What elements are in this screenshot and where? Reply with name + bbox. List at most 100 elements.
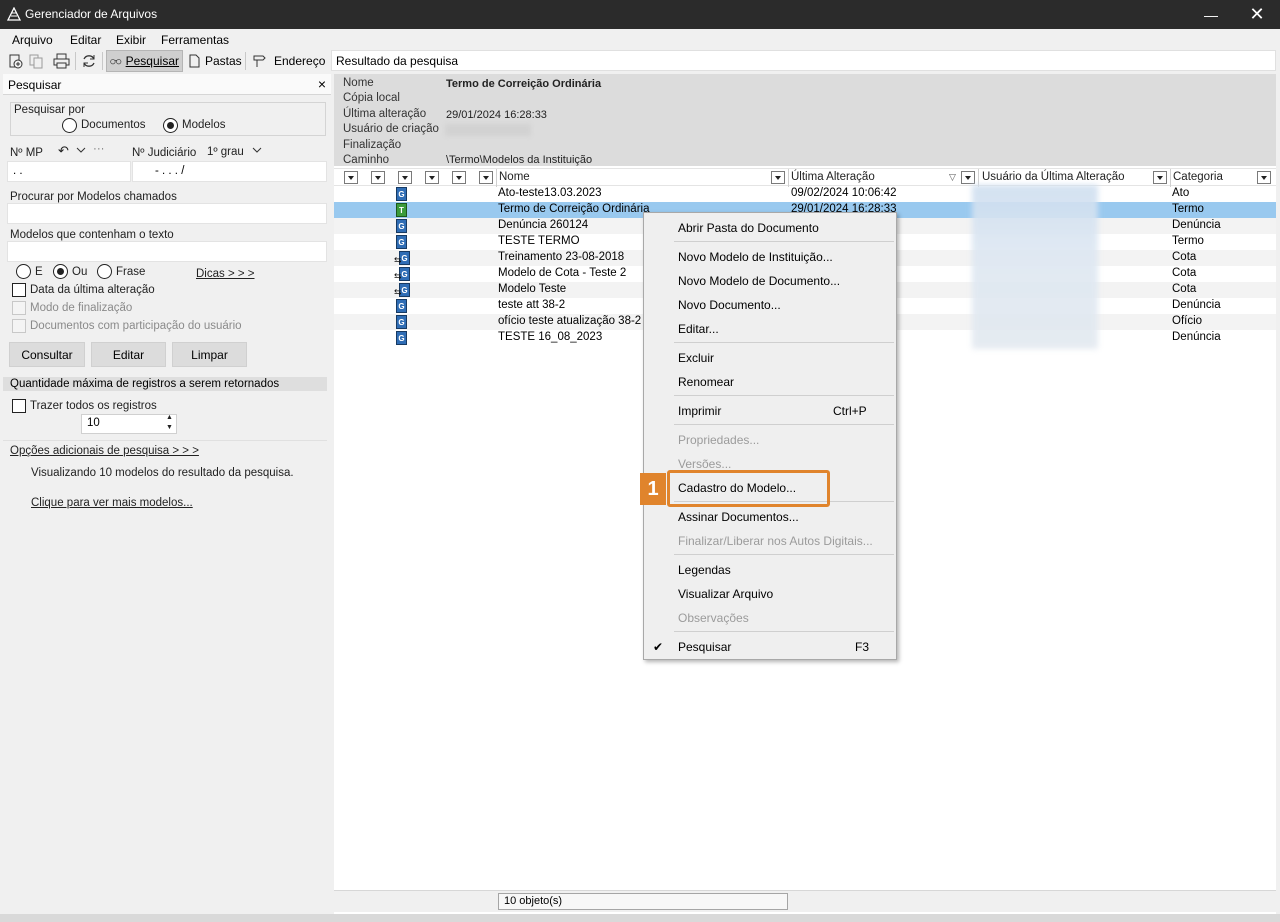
mp-input[interactable]: . . — [7, 161, 131, 182]
row-category: Termo — [1172, 203, 1204, 215]
menu-item-versions[interactable]: Versões... — [678, 457, 731, 471]
menu-item-view-file[interactable]: Visualizar Arquivo — [678, 587, 773, 601]
search-shortcut: F3 — [855, 640, 870, 654]
radio-e[interactable] — [16, 264, 31, 279]
edit-button[interactable]: Editar — [91, 342, 166, 367]
judicial-input[interactable]: - . . . / — [132, 161, 327, 182]
menu-item-search[interactable]: Pesquisar — [678, 640, 731, 654]
folders-toolbar-button[interactable]: Pastas — [185, 50, 245, 72]
address-field[interactable]: Resultado da pesquisa — [331, 50, 1276, 71]
menu-ferramentas[interactable]: Ferramentas — [161, 33, 229, 47]
minimize-icon: — — [1204, 6, 1218, 23]
menu-exibir[interactable]: Exibir — [116, 33, 146, 47]
local-copy-label: Cópia local — [343, 92, 400, 104]
minimize-button[interactable]: — — [1188, 0, 1234, 29]
spin-down-icon[interactable]: ▼ — [166, 424, 173, 431]
radio-models[interactable] — [163, 118, 178, 133]
address-toolbar-button[interactable]: Endereço — [249, 50, 328, 72]
row-category: Termo — [1172, 235, 1204, 247]
all-records-checkbox[interactable] — [12, 399, 26, 413]
menu-item-edit[interactable]: Editar... — [678, 322, 719, 336]
filter-dropdown-4[interactable] — [425, 171, 439, 184]
row-category: Denúncia — [1172, 219, 1221, 231]
menu-item-finalize[interactable]: Finalizar/Liberar nos Autos Digitais... — [678, 534, 873, 548]
clear-button[interactable]: Limpar — [172, 342, 247, 367]
menu-item-print[interactable]: Imprimir — [678, 404, 721, 418]
radio-ou[interactable] — [53, 264, 68, 279]
filter-dropdown-3[interactable] — [398, 171, 412, 184]
copy-document-icon[interactable] — [26, 52, 46, 70]
more-icon[interactable]: ··· — [93, 143, 105, 155]
max-records-spinner[interactable]: 10 — [81, 414, 177, 434]
menu-item-properties[interactable]: Propriedades... — [678, 433, 759, 447]
menu-item-new-inst-model[interactable]: Novo Modelo de Instituição... — [678, 250, 833, 264]
col-name-header[interactable]: Nome — [499, 171, 530, 183]
final-mode-checkbox[interactable] — [12, 301, 26, 315]
checkmark-icon: ✔ — [653, 640, 664, 654]
last-user-filter-dropdown[interactable] — [1153, 171, 1167, 184]
chevron-down-icon[interactable] — [76, 146, 86, 154]
table-row[interactable]: G Ato-teste13.03.2023 09/02/2024 10:06:4… — [334, 186, 1276, 202]
menu-arquivo[interactable]: Arquivo — [12, 33, 53, 47]
menu-editar[interactable]: Editar — [70, 33, 101, 47]
name-filter-dropdown[interactable] — [771, 171, 785, 184]
radio-frase-label: Frase — [116, 266, 146, 278]
object-count: 10 objeto(s) — [498, 893, 788, 910]
grau-selector[interactable]: 1º grau — [207, 146, 244, 158]
print-icon[interactable] — [51, 52, 71, 70]
menu-item-new-doc-model[interactable]: Novo Modelo de Documento... — [678, 274, 840, 288]
tips-link[interactable]: Dicas > > > — [196, 268, 255, 280]
menu-item-new-doc[interactable]: Novo Documento... — [678, 298, 781, 312]
spin-up-icon[interactable]: ▲ — [166, 414, 173, 421]
radio-frase[interactable] — [97, 264, 112, 279]
refresh-icon[interactable] — [79, 52, 99, 70]
filter-dropdown-2[interactable] — [371, 171, 385, 184]
filter-dropdown-1[interactable] — [344, 171, 358, 184]
radio-documents-label: Documentos — [81, 119, 146, 131]
last-change-checkbox[interactable] — [12, 283, 26, 297]
menu-item-legends[interactable]: Legendas — [678, 563, 731, 577]
menu-item-sign-docs[interactable]: Assinar Documentos... — [678, 510, 799, 524]
see-more-link[interactable]: Clique para ver mais modelos... — [31, 497, 193, 509]
new-document-icon[interactable] — [5, 52, 25, 70]
creator-prop-label: Usuário de criação — [343, 123, 439, 135]
search-panel-title: Pesquisar — [8, 78, 62, 92]
close-panel-icon[interactable]: × — [318, 76, 326, 92]
models-named-input[interactable] — [7, 203, 327, 224]
close-window-button[interactable]: ✕ — [1234, 0, 1280, 29]
folder-page-icon — [189, 54, 200, 68]
radio-documents[interactable] — [62, 118, 77, 133]
menu-item-delete[interactable]: Excluir — [678, 351, 714, 365]
consult-button[interactable]: Consultar — [9, 342, 85, 367]
menu-item-rename[interactable]: Renomear — [678, 375, 734, 389]
col-last-user-header[interactable]: Usuário da Última Alteração — [982, 171, 1125, 183]
search-panel: Pesquisar × Pesquisar por Documentos Mod… — [3, 74, 331, 914]
close-icon: ✕ — [1249, 4, 1265, 24]
app-logo-icon — [7, 7, 21, 21]
filter-dropdown-5[interactable] — [452, 171, 466, 184]
row-name: Modelo Teste — [498, 283, 567, 295]
undo-icon[interactable]: ↶ — [58, 143, 69, 159]
model-g-icon: G — [396, 235, 407, 249]
menu-item-open-folder[interactable]: Abrir Pasta do Documento — [678, 221, 819, 235]
row-category: Ofício — [1172, 315, 1203, 327]
participation-checkbox[interactable] — [12, 319, 26, 333]
search-panel-header: Pesquisar × — [3, 74, 331, 95]
category-filter-dropdown[interactable] — [1257, 171, 1271, 184]
toolbar: Pesquisar Pastas Endereço Resultado da p… — [0, 49, 1280, 73]
col-last-change-header[interactable]: Última Alteração — [791, 171, 875, 183]
menu-item-notes[interactable]: Observações — [678, 611, 749, 625]
filter-dropdown-6[interactable] — [479, 171, 493, 184]
row-name: TESTE TERMO — [498, 235, 580, 247]
radio-ou-label: Ou — [72, 266, 88, 278]
search-toolbar-button[interactable]: Pesquisar — [106, 50, 183, 72]
menu-bar: Arquivo Editar Exibir Ferramentas — [0, 29, 1280, 49]
last-change-prop-label: Última alteração — [343, 108, 427, 120]
models-text-input[interactable] — [7, 241, 327, 262]
more-options-link[interactable]: Opções adicionais de pesquisa > > > — [10, 445, 199, 457]
last-change-filter-dropdown[interactable] — [961, 171, 975, 184]
col-category-header[interactable]: Categoria — [1173, 171, 1223, 183]
models-named-label: Procurar por Modelos chamados — [10, 191, 177, 203]
binoculars-icon — [110, 59, 122, 65]
grau-chevron-down-icon[interactable] — [252, 146, 262, 154]
